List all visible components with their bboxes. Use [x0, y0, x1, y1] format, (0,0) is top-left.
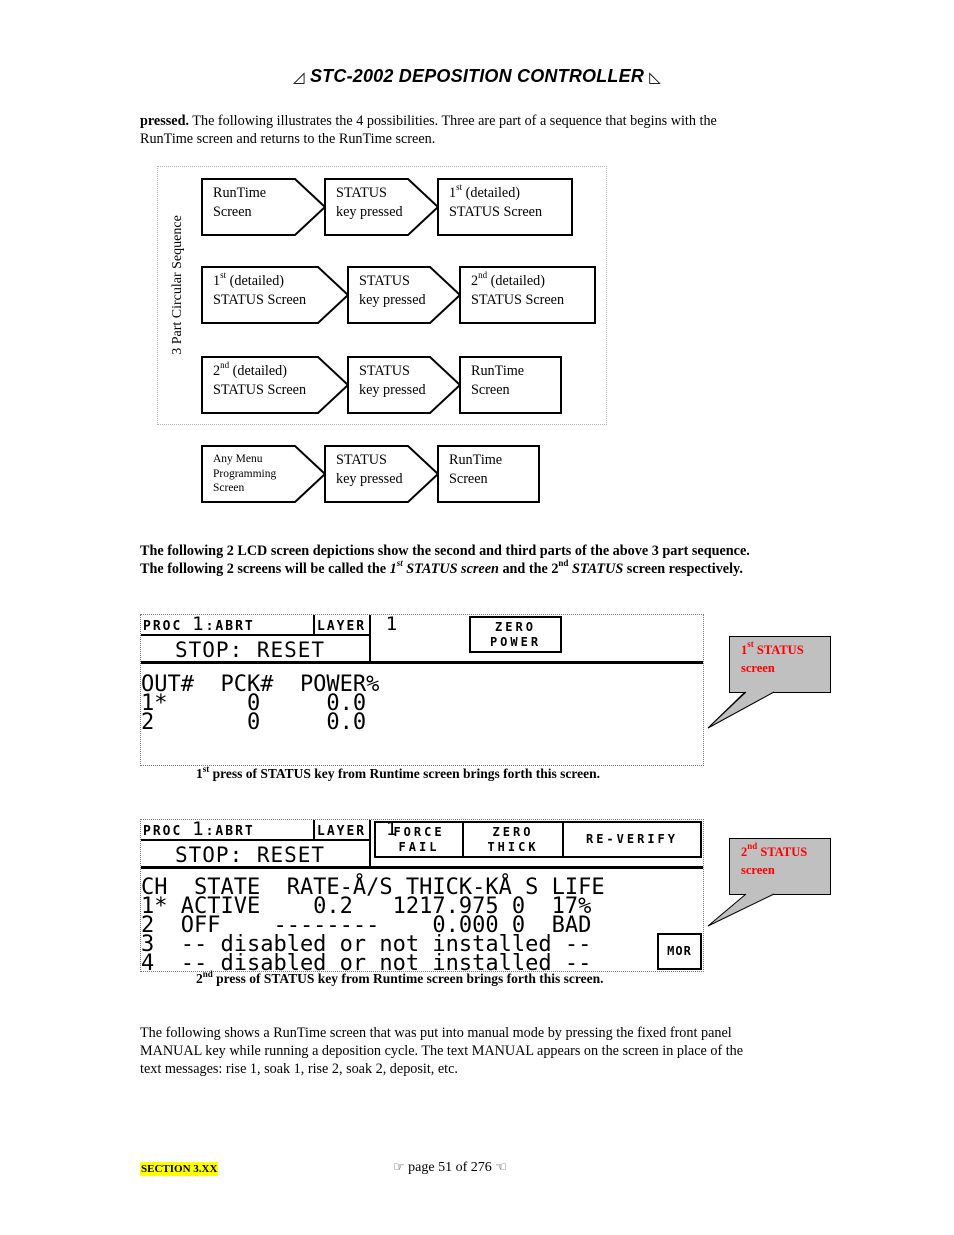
lcd-1-caption: 1st press of STATUS key from Runtime scr… — [196, 764, 600, 782]
proc-label: PROC 1:ABRT — [143, 819, 255, 840]
force-fail-button-line: FORCE — [393, 825, 445, 839]
flow-box-status-key: STATUS key pressed — [324, 445, 440, 503]
flow-box-line: key pressed — [336, 204, 403, 220]
flow-box-line: STATUS Screen — [213, 382, 307, 398]
flow-box-line: Screen — [449, 471, 488, 487]
intro-line-1: pressed. The following illustrates the 4… — [140, 112, 840, 130]
flow-box-line: STATUS Screen — [471, 292, 565, 308]
zero-thick-button-line: ZERO — [492, 825, 534, 839]
page-number-text: page 51 of 276 — [408, 1160, 492, 1175]
pointing-right-hand-icon: ☞ — [393, 1160, 405, 1175]
flow-box-line: key pressed — [359, 382, 426, 398]
flow-box-line: RunTime — [449, 452, 503, 468]
manual-line-2: MANUAL key while running a deposition cy… — [140, 1043, 744, 1059]
force-fail-button-line: FAIL — [398, 840, 440, 854]
pointing-left-hand-icon: ☜ — [495, 1160, 507, 1175]
document-title: STC-2002 DEPOSITION CONTROLLER — [309, 66, 645, 86]
flow-box-line: 1st (detailed) — [213, 270, 285, 290]
zero-power-button-line: ZERO — [495, 620, 536, 634]
stop-status: STOP: RESET — [175, 843, 326, 867]
more-button-label: MOR — [667, 944, 692, 958]
intro-line-2: RunTime screen and returns to the RunTim… — [140, 131, 436, 147]
force-fail-button[interactable]: FORCE FAIL — [374, 821, 464, 858]
lcd-intro-paragraph: The following 2 LCD screen depictions sh… — [140, 542, 840, 578]
flow-box-2nd-status-screen: 2nd (detailed) STATUS Screen — [459, 266, 596, 324]
layer-label: LAYER 1 — [317, 614, 400, 635]
callout-1st-status: 1st STATUS screen — [706, 636, 832, 731]
flow-box-1st-status-screen: 1st (detailed) STATUS Screen — [201, 266, 350, 324]
lcd-intro-line-2: The following 2 screens will be called t… — [140, 558, 743, 578]
flow-box-line: Screen — [213, 204, 252, 220]
callout-2nd-status: 2nd STATUS screen — [706, 838, 832, 933]
flow-box-status-key: STATUS key pressed — [347, 266, 462, 324]
divider — [141, 866, 703, 869]
page-number: ☞ page 51 of 276 ☜ — [393, 1160, 507, 1176]
lcd-screen-1st-status: PROC 1:ABRT LAYER 1 STOP: RESET ZERO POW… — [140, 614, 704, 766]
hatch-right-icon: ◺ — [649, 69, 661, 86]
intro-lead-bold: pressed. — [140, 113, 190, 129]
flow-box-line: STATUS — [359, 363, 410, 379]
more-button[interactable]: MOR — [657, 933, 702, 970]
flow-box-line: Any Menu — [213, 453, 263, 465]
re-verify-button-line: RE-VERIFY — [585, 832, 679, 846]
flow-box-2nd-status-screen: 2nd (detailed) STATUS Screen — [201, 356, 350, 414]
proc-label: PROC 1:ABRT — [143, 614, 255, 635]
callout-text: 2nd STATUS screen — [741, 841, 808, 878]
manual-line-1: The following shows a RunTime screen tha… — [140, 1025, 732, 1041]
flow-box-line: STATUS Screen — [449, 204, 543, 220]
flow-box-line: Screen — [213, 482, 245, 494]
flow-box-line: RunTime — [213, 185, 267, 201]
manual-line-3: text messages: rise 1, soak 1, rise 2, s… — [140, 1061, 458, 1077]
manual-mode-paragraph: The following shows a RunTime screen tha… — [140, 1024, 840, 1078]
sequence-side-label: 3 Part Circular Sequence — [168, 205, 188, 365]
divider — [313, 820, 315, 841]
flow-box-line: key pressed — [336, 471, 403, 487]
divider — [313, 615, 315, 636]
callout-text: 1st STATUS screen — [741, 639, 804, 676]
flow-box-line: STATUS — [336, 185, 387, 201]
flow-box-line: STATUS Screen — [213, 292, 307, 308]
flow-box-line: RunTime — [471, 363, 525, 379]
flow-box-status-key: STATUS key pressed — [324, 178, 440, 236]
flow-box-any-menu-screen: Any Menu Programming Screen — [201, 445, 327, 503]
lcd-2-caption: 2nd press of STATUS key from Runtime scr… — [196, 969, 604, 987]
re-verify-button[interactable]: RE-VERIFY — [562, 821, 702, 858]
flow-box-line: 1st (detailed) — [449, 182, 521, 202]
flow-box-line: STATUS — [336, 452, 387, 468]
zero-thick-button-line: THICK — [487, 840, 539, 854]
flow-box-line: Programming — [213, 467, 277, 480]
flow-box-line: 2nd (detailed) — [213, 360, 287, 380]
lcd-intro-line-1: The following 2 LCD screen depictions sh… — [140, 543, 750, 559]
sequence-side-label-text: 3 Part Circular Sequence — [170, 215, 185, 355]
divider — [141, 661, 703, 664]
hatch-left-icon: ◿ — [293, 69, 305, 86]
intro-paragraph: pressed. The following illustrates the 4… — [140, 112, 840, 148]
section-badge: SECTION 3.XX — [140, 1162, 219, 1176]
lcd-screen-2nd-status: PROC 1:ABRT LAYER 1 STOP: RESET FORCE FA… — [140, 819, 704, 972]
zero-power-button-line: POWER — [489, 635, 542, 649]
flow-box-runtime-screen: RunTime Screen — [201, 178, 327, 236]
document-header: ◿ STC-2002 DEPOSITION CONTROLLER ◺ — [0, 66, 954, 87]
flow-box-line: 2nd (detailed) — [471, 270, 545, 290]
flow-box-runtime-screen: RunTime Screen — [459, 356, 562, 414]
flow-box-line: Screen — [471, 382, 510, 398]
flow-box-line: STATUS — [359, 273, 410, 289]
flow-box-runtime-screen: RunTime Screen — [437, 445, 540, 503]
lcd-row: 2 0 0.0 — [141, 710, 367, 735]
flow-box-line: key pressed — [359, 292, 426, 308]
stop-status: STOP: RESET — [175, 638, 326, 662]
intro-line-1-text: The following illustrates the 4 possibil… — [189, 113, 717, 129]
zero-thick-button[interactable]: ZERO THICK — [462, 821, 564, 858]
flow-box-1st-status-screen: 1st (detailed) STATUS Screen — [437, 178, 573, 236]
zero-power-button[interactable]: ZERO POWER — [469, 616, 562, 653]
flow-box-status-key: STATUS key pressed — [347, 356, 462, 414]
